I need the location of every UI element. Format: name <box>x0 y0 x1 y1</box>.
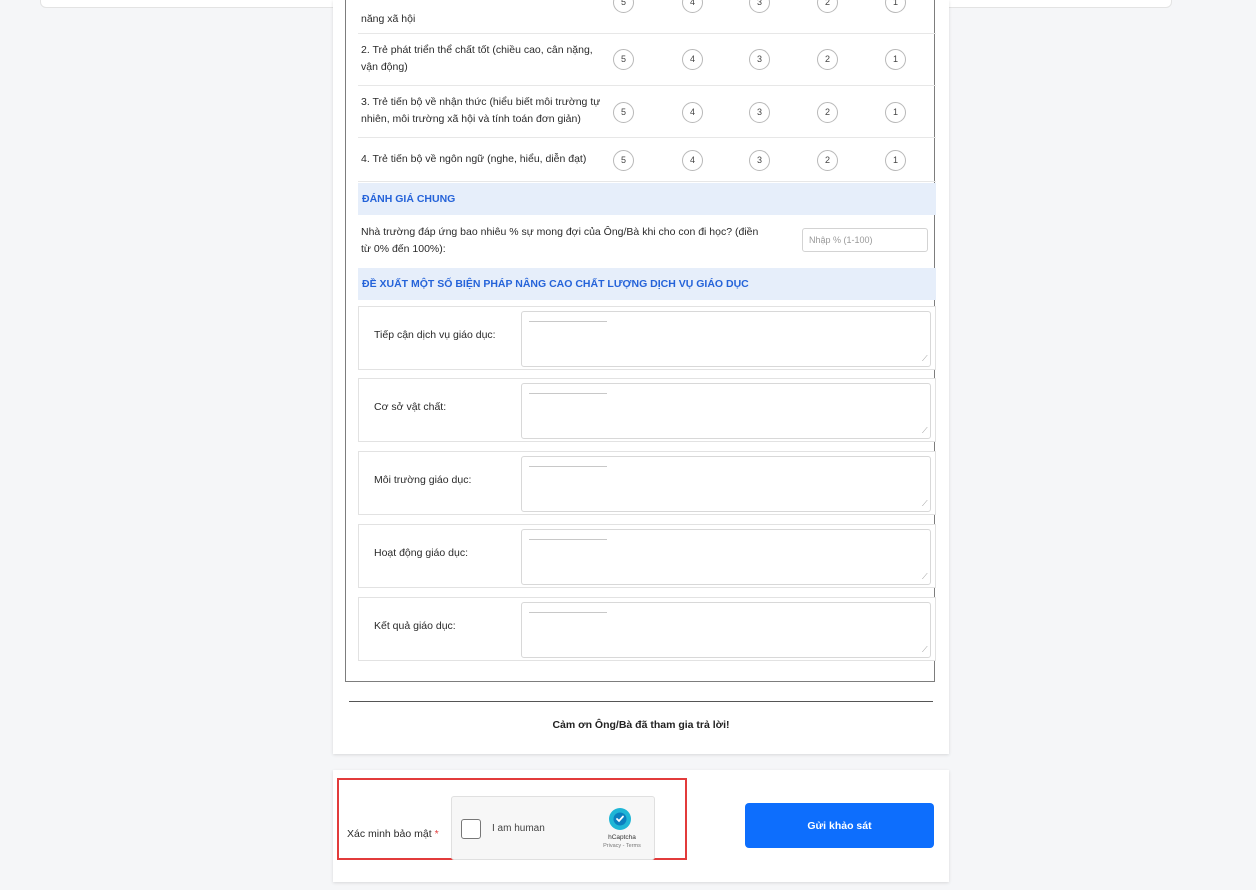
textarea-line <box>529 612 607 613</box>
verify-label: Xác minh bảo mật * <box>347 828 439 840</box>
percent-input[interactable] <box>802 228 928 252</box>
suggestion-label: Môi trường giáo dục: <box>374 474 472 486</box>
resize-handle-icon[interactable]: ⟋ <box>922 355 929 363</box>
rating-option-1[interactable]: 1 <box>885 150 906 171</box>
percent-question: Nhà trường đáp ứng bao nhiêu % sự mong đ… <box>361 226 759 255</box>
suggestion-row: Môi trường giáo dục: ⟋ <box>358 451 936 515</box>
survey-card: năng xã hội 5 4 3 2 1 2. Trẻ phát triển … <box>333 0 949 754</box>
textarea-line <box>529 321 607 322</box>
rating-option-5[interactable]: 5 <box>613 102 634 123</box>
suggestion-textarea-environment[interactable] <box>521 456 931 512</box>
captcha-label: I am human <box>492 823 545 834</box>
rating-question: năng xã hội <box>361 13 416 25</box>
rating-option-2[interactable]: 2 <box>817 102 838 123</box>
textarea-line <box>529 393 607 394</box>
verify-submit-card: Xác minh bảo mật * I am human hCaptcha P… <box>333 770 949 882</box>
required-mark: * <box>434 828 439 840</box>
hcaptcha-logo-icon <box>609 808 631 830</box>
textarea-line <box>529 466 607 467</box>
rating-option-1[interactable]: 1 <box>885 102 906 123</box>
rating-option-2[interactable]: 2 <box>817 0 838 13</box>
suggestion-row: Tiếp cận dịch vụ giáo dục: ⟋ <box>358 306 936 370</box>
rating-option-2[interactable]: 2 <box>817 49 838 70</box>
resize-handle-icon[interactable]: ⟋ <box>922 500 929 508</box>
rating-option-3[interactable]: 3 <box>749 49 770 70</box>
divider <box>349 701 933 702</box>
captcha-checkbox[interactable] <box>461 819 481 839</box>
thanks-message: Cảm ơn Ông/Bà đã tham gia trả lời! <box>552 719 730 731</box>
rating-option-4[interactable]: 4 <box>682 150 703 171</box>
rating-option-3[interactable]: 3 <box>749 102 770 123</box>
hcaptcha-widget: I am human hCaptcha Privacy - Terms <box>451 796 655 860</box>
suggestion-label: Hoạt động giáo dục: <box>374 547 468 559</box>
rating-option-5[interactable]: 5 <box>613 0 634 13</box>
rating-option-4[interactable]: 4 <box>682 0 703 13</box>
verification-highlight-box: Xác minh bảo mật * I am human hCaptcha P… <box>337 778 687 860</box>
rating-option-5[interactable]: 5 <box>613 150 634 171</box>
suggestion-label: Kết quả giáo dục: <box>374 620 456 632</box>
resize-handle-icon[interactable]: ⟋ <box>922 427 929 435</box>
survey-form-frame: năng xã hội 5 4 3 2 1 2. Trẻ phát triển … <box>345 0 936 682</box>
suggestion-row: Cơ sở vật chất: ⟋ <box>358 378 936 442</box>
rating-question: 4. Trẻ tiến bộ về ngôn ngữ (nghe, hiểu, … <box>361 153 587 165</box>
rating-option-3[interactable]: 3 <box>749 0 770 13</box>
suggestion-textarea-facilities[interactable] <box>521 383 931 439</box>
resize-handle-icon[interactable]: ⟋ <box>922 646 929 654</box>
captcha-links[interactable]: Privacy - Terms <box>600 843 644 849</box>
suggestion-row: Kết quả giáo dục: ⟋ <box>358 597 936 661</box>
suggestion-textarea-activities[interactable] <box>521 529 931 585</box>
section-header-suggestions: ĐỀ XUẤT MỘT SỐ BIỆN PHÁP NÂNG CAO CHẤT L… <box>358 268 936 300</box>
section-header-general: ĐÁNH GIÁ CHUNG <box>358 183 936 215</box>
rating-row: 3. Trẻ tiến bộ về nhận thức (hiểu biết m… <box>358 86 936 138</box>
rating-question: 2. Trẻ phát triển thể chất tốt (chiều ca… <box>361 44 593 73</box>
rating-option-2[interactable]: 2 <box>817 150 838 171</box>
rating-row: năng xã hội 5 4 3 2 1 <box>358 0 936 34</box>
suggestion-label: Tiếp cận dịch vụ giáo dục: <box>374 329 496 341</box>
rating-option-4[interactable]: 4 <box>682 49 703 70</box>
suggestion-textarea-access[interactable] <box>521 311 931 367</box>
textarea-line <box>529 539 607 540</box>
rating-option-5[interactable]: 5 <box>613 49 634 70</box>
suggestion-row: Hoạt động giáo dục: ⟋ <box>358 524 936 588</box>
rating-option-1[interactable]: 1 <box>885 0 906 13</box>
rating-option-4[interactable]: 4 <box>682 102 703 123</box>
submit-survey-button[interactable]: Gửi khảo sát <box>745 803 934 848</box>
verify-label-text: Xác minh bảo mật <box>347 828 432 840</box>
suggestion-textarea-results[interactable] <box>521 602 931 658</box>
rating-option-1[interactable]: 1 <box>885 49 906 70</box>
rating-row: 2. Trẻ phát triển thể chất tốt (chiều ca… <box>358 34 936 86</box>
resize-handle-icon[interactable]: ⟋ <box>922 573 929 581</box>
rating-question: 3. Trẻ tiến bộ về nhận thức (hiểu biết m… <box>361 96 601 125</box>
rating-option-3[interactable]: 3 <box>749 150 770 171</box>
captcha-brand: hCaptcha <box>608 834 636 841</box>
suggestion-label: Cơ sở vật chất: <box>374 401 447 413</box>
rating-row: 4. Trẻ tiến bộ về ngôn ngữ (nghe, hiểu, … <box>358 138 936 182</box>
